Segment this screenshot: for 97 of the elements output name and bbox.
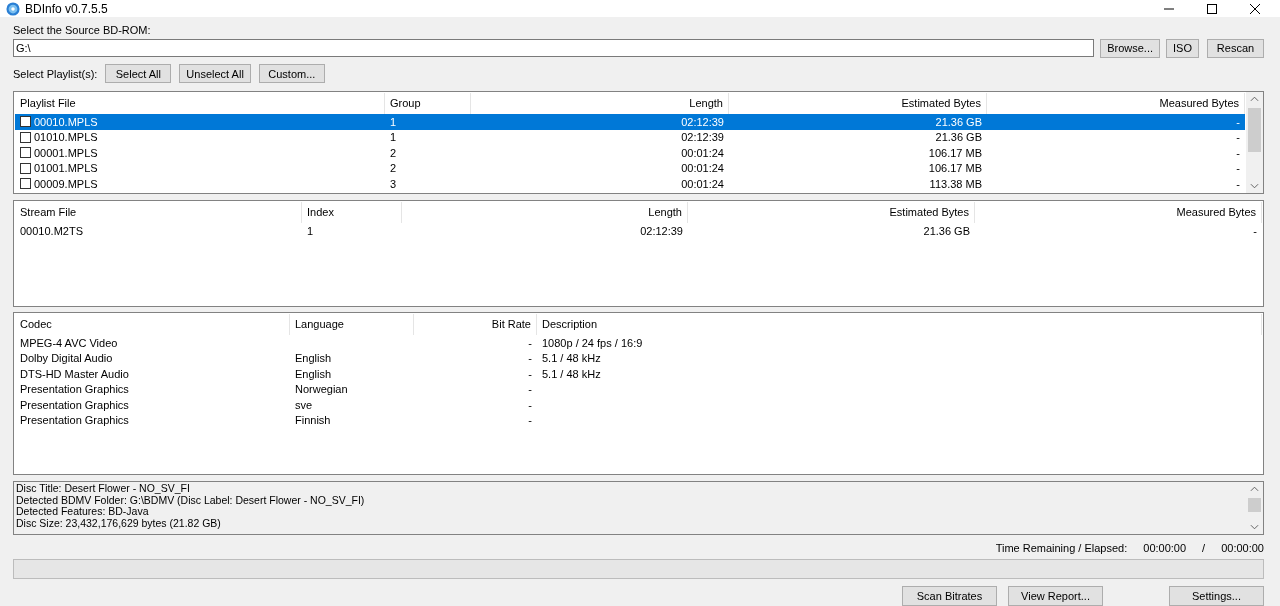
table-cell-text: 1 <box>389 131 398 144</box>
playlist-select-button[interactable]: Select All <box>105 64 172 83</box>
table-cell: 00009.MPLS <box>34 177 98 190</box>
table-cell-text: Presentation Graphics <box>19 398 130 411</box>
source-button[interactable]: Rescan <box>1207 38 1264 58</box>
table-cell-text: Norwegian <box>294 383 349 396</box>
table-cell-text: 00:01:24 <box>680 162 725 175</box>
table-cell-text: Presentation Graphics <box>19 414 130 427</box>
table-cell-text: 5.1 / 48 kHz <box>541 352 602 365</box>
scroll-down-icon[interactable] <box>1250 183 1259 189</box>
table-cell-text: 1 <box>389 115 398 128</box>
table-cell-text: 21.36 GB <box>934 131 983 144</box>
table-cell-text: - <box>527 398 533 411</box>
table-cell-text: - <box>1235 177 1241 190</box>
table-cell-text: - <box>527 352 533 365</box>
column-header[interactable]: Index <box>302 202 402 223</box>
info-line: Disc Size: 23,432,176,629 bytes (21.82 GB) <box>16 517 222 530</box>
maximize-icon[interactable] <box>1207 3 1217 14</box>
table-cell-text: 02:12:39 <box>680 131 725 144</box>
scroll-up-icon[interactable] <box>1250 486 1259 492</box>
playlist-row[interactable]: 00010.MPLS 1 02:12:39 21.36 GB - <box>15 114 1245 130</box>
table-cell-text: - <box>527 383 533 396</box>
action-button[interactable]: Settings... <box>1169 586 1264 606</box>
playlist-row[interactable]: 00009.MPLS 3 00:01:24 113.38 MB - <box>15 176 1245 192</box>
info-line: Detected BDMV Folder: G:\BDMV (Disc Label: Desert Flower - NO_SV_FI) <box>16 494 366 507</box>
scrollbar[interactable] <box>1246 92 1263 193</box>
table-cell-text: 113.38 MB <box>928 177 983 190</box>
source-path-field[interactable]: G:\ <box>13 39 1095 57</box>
table-cell-text: Finnish <box>294 414 332 427</box>
playlist-select-button[interactable]: Custom... <box>258 64 325 83</box>
table-cell-text: MPEG-4 AVC Video <box>19 336 119 349</box>
table-cell-text: 00:01:24 <box>680 177 725 190</box>
window-title: BDInfo v0.7.5.5 <box>25 1 108 16</box>
action-button[interactable]: View Report... <box>1008 586 1103 606</box>
table-cell-text: - <box>1235 146 1241 159</box>
table-cell-text: 00010.M2TS <box>19 224 84 237</box>
table-cell-text: 21.36 GB <box>934 115 983 128</box>
table-cell-text: - <box>527 414 533 427</box>
table-cell-text: 02:12:39 <box>639 224 684 237</box>
table-cell-text: English <box>294 367 333 380</box>
action-button[interactable]: Scan Bitrates <box>902 586 997 606</box>
checkbox[interactable] <box>20 147 31 159</box>
table-cell-text: DTS-HD Master Audio <box>19 367 130 380</box>
table-cell: 00001.MPLS <box>34 146 98 159</box>
table-cell-text: - <box>1252 224 1258 237</box>
table-cell-text: 2 <box>389 146 398 159</box>
column-header[interactable]: Description <box>537 314 1262 335</box>
table-cell-text: 5.1 / 48 kHz <box>541 367 602 380</box>
time-remaining: 00:00:00 <box>1143 542 1187 556</box>
table-cell: 01001.MPLS <box>34 162 98 175</box>
table-cell-text: 02:12:39 <box>680 115 725 128</box>
checkbox[interactable] <box>20 162 31 174</box>
time-label: Time Remaining / Elapsed: <box>995 542 1128 556</box>
column-header[interactable]: Stream File <box>15 202 302 223</box>
table-cell-text: 3 <box>389 177 398 190</box>
table-cell-text: - <box>1235 115 1241 128</box>
checkbox[interactable] <box>20 131 31 143</box>
table-cell-text: sve <box>294 398 314 411</box>
playlist-select-button[interactable]: Unselect All <box>179 64 251 83</box>
time-separator: / <box>1202 542 1206 556</box>
table-cell-text: 2 <box>389 162 398 175</box>
table-cell-text: 21.36 GB <box>922 224 971 237</box>
table-cell-text: Presentation Graphics <box>19 383 130 396</box>
table-cell-text: English <box>294 352 333 365</box>
playlist-row[interactable]: 01001.MPLS 2 00:01:24 106.17 MB - <box>15 160 1245 176</box>
scroll-down-icon[interactable] <box>1250 524 1259 530</box>
source-label: Select the Source BD-ROM: <box>13 24 152 38</box>
table-cell-text: Dolby Digital Audio <box>19 352 114 365</box>
time-elapsed: 00:00:00 <box>1221 542 1264 556</box>
table-cell-text: - <box>527 336 533 349</box>
table-cell-text: - <box>527 367 533 380</box>
table-cell: 00010.MPLS <box>34 115 98 128</box>
playlist-row[interactable]: 00001.MPLS 2 00:01:24 106.17 MB - <box>15 145 1245 161</box>
checkbox[interactable] <box>20 116 31 128</box>
column-header[interactable]: Estimated Bytes <box>688 202 975 223</box>
table-cell-text: - <box>1235 162 1241 175</box>
info-line: Detected Features: BD-Java <box>16 506 150 518</box>
column-header[interactable]: Codec <box>15 314 290 335</box>
column-header[interactable]: Length <box>402 202 688 223</box>
info-line: Disc Title: Desert Flower - NO_SV_FI <box>16 483 191 495</box>
table-cell-text: 106.17 MB <box>927 146 983 159</box>
column-header[interactable]: Bit Rate <box>414 314 537 335</box>
table-cell-text: 1 <box>306 224 315 237</box>
table-cell: 01010.MPLS <box>34 131 98 144</box>
checkbox[interactable] <box>20 178 31 190</box>
table-cell-text: 1080p / 24 fps / 16:9 <box>541 336 644 349</box>
playlist-select-label: Select Playlist(s): <box>13 67 98 80</box>
column-header[interactable]: Measured Bytes <box>975 202 1262 223</box>
close-icon[interactable] <box>1250 3 1260 14</box>
table-cell-text: 106.17 MB <box>927 162 983 175</box>
source-button[interactable]: ISO <box>1166 38 1199 58</box>
scroll-up-icon[interactable] <box>1250 96 1259 102</box>
table-cell-text: 00:01:24 <box>680 146 725 159</box>
table-cell-text: - <box>1235 131 1241 144</box>
source-button[interactable]: Browse... <box>1100 38 1161 58</box>
column-header[interactable]: Language <box>290 314 414 335</box>
playlist-row[interactable]: 01010.MPLS 1 02:12:39 21.36 GB - <box>15 129 1245 145</box>
